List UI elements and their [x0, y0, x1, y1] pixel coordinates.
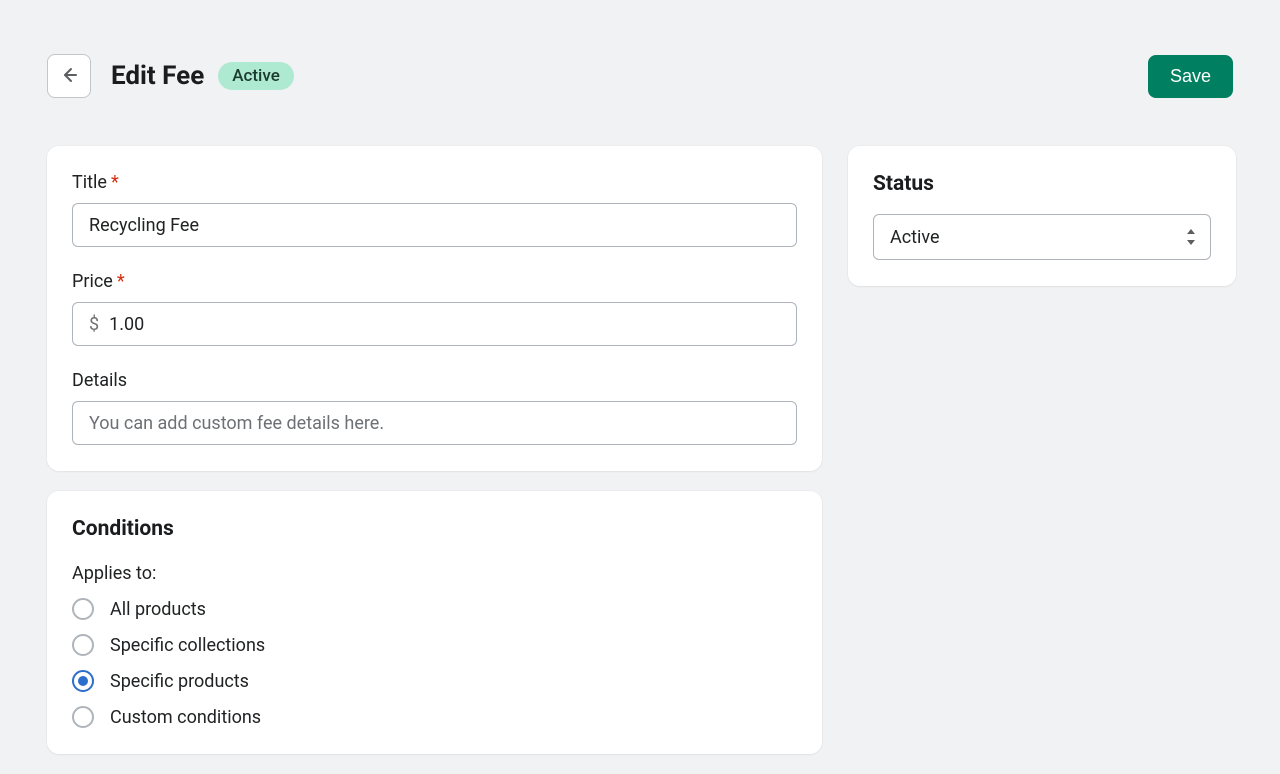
radio-label: Custom conditions	[110, 707, 261, 728]
radio-icon	[72, 670, 94, 692]
radio-label: All products	[110, 599, 206, 620]
status-card: Status Active	[848, 146, 1236, 286]
page-header: Edit Fee Active Save	[47, 54, 1233, 98]
conditions-card: Conditions Applies to: All products Spec…	[47, 491, 822, 754]
radio-label: Specific collections	[110, 635, 265, 656]
radio-icon	[72, 598, 94, 620]
title-label: Title*	[72, 172, 797, 193]
status-select[interactable]: Active	[873, 214, 1211, 260]
radio-all-products[interactable]: All products	[72, 598, 797, 620]
radio-icon	[72, 706, 94, 728]
conditions-heading: Conditions	[72, 517, 797, 541]
radio-icon	[72, 634, 94, 656]
required-mark: *	[111, 172, 119, 193]
price-input[interactable]	[109, 314, 780, 335]
details-label: Details	[72, 370, 797, 391]
radio-specific-products[interactable]: Specific products	[72, 670, 797, 692]
page-title: Edit Fee	[111, 61, 204, 91]
details-input[interactable]	[72, 401, 797, 445]
title-input[interactable]	[72, 203, 797, 247]
radio-specific-collections[interactable]: Specific collections	[72, 634, 797, 656]
status-heading: Status	[873, 172, 1211, 196]
price-input-wrap[interactable]: $	[72, 302, 797, 346]
status-badge: Active	[218, 62, 294, 90]
status-select-value: Active	[890, 227, 940, 248]
fee-details-card: Title* Price* $ Details	[47, 146, 822, 471]
radio-label: Specific products	[110, 671, 249, 692]
radio-group: All products Specific collections Specif…	[72, 598, 797, 728]
currency-prefix: $	[89, 314, 99, 335]
radio-custom-conditions[interactable]: Custom conditions	[72, 706, 797, 728]
save-button[interactable]: Save	[1148, 55, 1233, 98]
applies-to-label: Applies to:	[72, 563, 797, 584]
arrow-left-icon	[59, 65, 79, 88]
back-button[interactable]	[47, 54, 91, 98]
required-mark: *	[117, 271, 125, 292]
price-label: Price*	[72, 271, 797, 292]
